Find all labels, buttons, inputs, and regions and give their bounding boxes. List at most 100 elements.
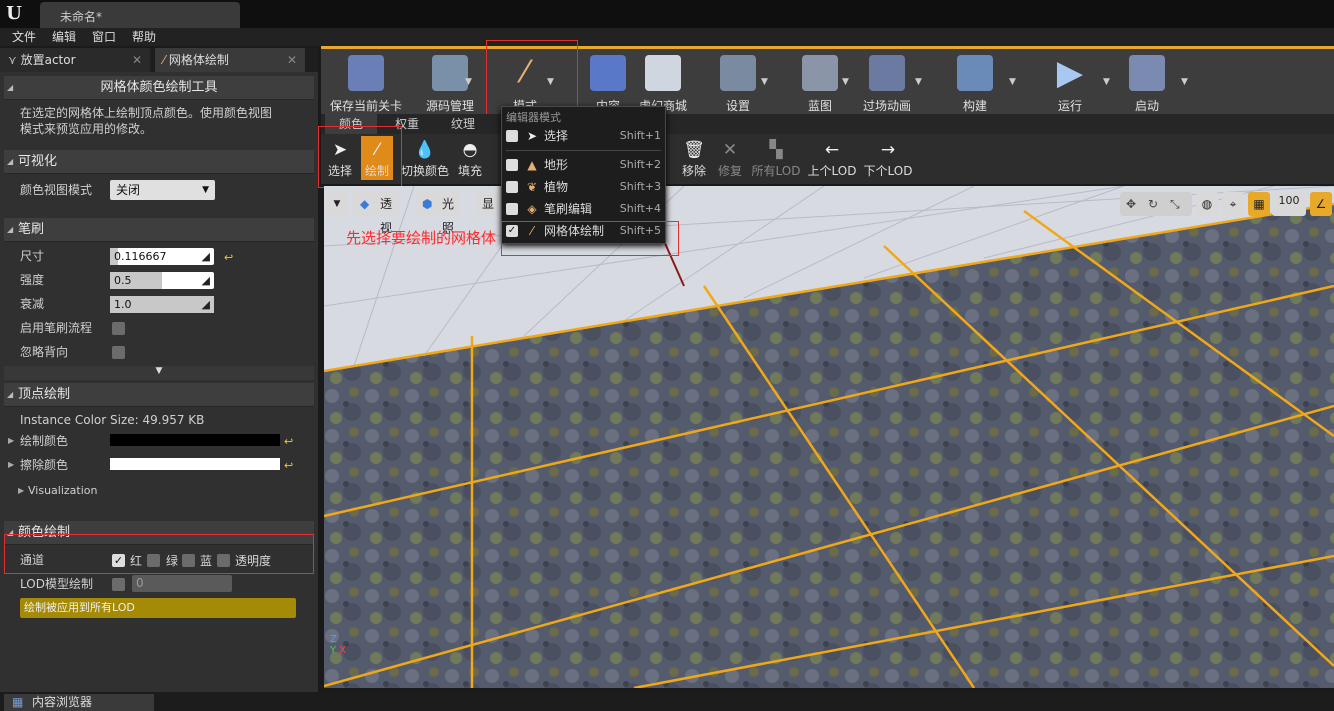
play-icon: ▶ bbox=[1056, 53, 1084, 93]
tab-place-actor-label: 放置actor bbox=[20, 53, 76, 67]
mode-item-label: 植物 bbox=[544, 180, 569, 194]
mode-tabs: 颜色 权重 纹理 bbox=[321, 114, 1334, 134]
color-view-select[interactable]: 关闭 ▼ bbox=[110, 180, 215, 200]
content-browser-tab[interactable]: ▦ 内容浏览器 bbox=[4, 694, 154, 711]
transform-tools[interactable]: ✥ ↻ ⤡ bbox=[1120, 192, 1192, 216]
all-lod-button[interactable]: ▚ 所有LOD bbox=[751, 138, 801, 179]
next-lod-label: 下个LOD bbox=[863, 164, 913, 178]
reset-icon[interactable]: ↩ bbox=[224, 251, 233, 264]
brush-size-input[interactable]: 0.116667 ◢ bbox=[110, 248, 214, 265]
grid-snap-button[interactable]: ▦ bbox=[1248, 192, 1270, 216]
enable-flow-label: 启用笔刷流程 bbox=[20, 321, 93, 335]
enable-flow-checkbox[interactable] bbox=[112, 322, 125, 335]
close-icon[interactable]: ✕ bbox=[287, 48, 297, 72]
content-grid-icon bbox=[590, 55, 626, 91]
perspective-button[interactable]: ◆ 透视 bbox=[354, 192, 399, 235]
cinematics-button[interactable]: 过场动画 bbox=[859, 55, 915, 115]
mode-checkbox bbox=[506, 159, 518, 171]
grid-size-button[interactable]: 100 bbox=[1272, 192, 1306, 216]
resize-icon: ◢ bbox=[201, 274, 210, 287]
annotation-box-channels bbox=[4, 534, 314, 574]
mode-item-shortcut: Shift+1 bbox=[619, 129, 661, 142]
landscape-icon: ▲ bbox=[527, 158, 537, 172]
paint-toolbar: ➤ 选择 ⁄ 绘制 💧 切换颜色 ◓ 填充 🗑 移除 ✕ 修复 ▚ 所有LOD ← 上个LOD … bbox=[321, 134, 1334, 184]
paint-color-swatch[interactable] bbox=[110, 434, 280, 446]
play-button[interactable]: ▶ 运行 bbox=[1041, 55, 1099, 115]
document-tab[interactable]: 未命名* bbox=[40, 2, 240, 28]
mode-item-brush-edit[interactable]: ◈ 笔刷编辑 Shift+4 bbox=[502, 198, 665, 220]
menu-edit[interactable]: 编辑 bbox=[46, 28, 82, 46]
next-lod-button[interactable]: → 下个LOD bbox=[863, 138, 913, 179]
mode-item-label: 选择 bbox=[544, 129, 569, 143]
tab-texture[interactable]: 纹理 bbox=[437, 114, 489, 134]
all-lod-label: 所有LOD bbox=[751, 164, 801, 178]
save-label: 保存当前关卡 bbox=[329, 99, 402, 113]
bottom-bar bbox=[0, 692, 1334, 711]
tab-mesh-paint[interactable]: ⁄ 网格体绘制 ✕ bbox=[155, 48, 305, 72]
reset-icon[interactable]: ↩ bbox=[284, 435, 293, 448]
angle-icon: ∠ bbox=[1315, 197, 1327, 211]
lit-button[interactable]: ⬢ 光照 bbox=[416, 192, 461, 235]
visualization-expander[interactable]: ▶ Visualization bbox=[4, 479, 314, 503]
panel-header: 网格体颜色绘制工具 bbox=[4, 76, 314, 100]
world-local-button[interactable]: ◍ bbox=[1196, 192, 1218, 216]
content-browser-label: 内容浏览器 bbox=[32, 695, 93, 709]
mode-checkbox bbox=[506, 181, 518, 193]
section-visualization[interactable]: 可视化 bbox=[4, 150, 314, 174]
content-browser-icon: ▦ bbox=[12, 695, 24, 709]
surface-snap-button[interactable]: ⌖ bbox=[1222, 192, 1244, 216]
settings-button[interactable]: 设置 bbox=[711, 55, 765, 115]
menu-window[interactable]: 窗口 bbox=[86, 28, 122, 46]
paint-bucket-icon: ◓ bbox=[462, 140, 478, 160]
rotation-snap-button[interactable]: ∠ bbox=[1310, 192, 1332, 216]
lod-index-input[interactable]: 0 bbox=[132, 575, 232, 592]
save-button[interactable]: 保存当前关卡 bbox=[327, 55, 405, 115]
mode-item-foliage[interactable]: ❦ 植物 Shift+3 bbox=[502, 176, 665, 198]
tab-mesh-paint-label: 网格体绘制 bbox=[168, 53, 229, 67]
mode-item-select[interactable]: ➤ 选择 Shift+1 bbox=[502, 125, 665, 147]
marketplace-bag-icon bbox=[645, 55, 681, 91]
annotation-box-paint-tool bbox=[318, 126, 402, 188]
menu-bar: 文件 编辑 窗口 帮助 bbox=[0, 28, 1334, 46]
source-control-button[interactable]: 源码管理 bbox=[411, 55, 489, 115]
strength-input[interactable]: 0.5 ◢ bbox=[110, 272, 214, 289]
foliage-icon: ❦ bbox=[526, 180, 538, 194]
viewport-options-button[interactable]: ▼ bbox=[326, 192, 348, 216]
play-label: 运行 bbox=[1057, 99, 1082, 113]
expand-arrow-icon[interactable]: ▼ bbox=[4, 366, 314, 380]
launch-button[interactable]: 启动 bbox=[1121, 55, 1173, 115]
ignore-backface-checkbox[interactable] bbox=[112, 346, 125, 359]
ignore-backface-label: 忽略背向 bbox=[20, 345, 69, 359]
viewport-scene bbox=[324, 186, 1334, 688]
fill-button[interactable]: ◓ 填充 bbox=[457, 138, 483, 179]
erase-color-swatch[interactable] bbox=[110, 458, 280, 470]
close-icon[interactable]: ✕ bbox=[132, 48, 142, 72]
launch-label: 启动 bbox=[1134, 99, 1159, 113]
fix-button[interactable]: ✕ 修复 bbox=[717, 138, 743, 179]
globe-icon: ◍ bbox=[1201, 197, 1213, 211]
section-brush[interactable]: 笔刷 bbox=[4, 218, 314, 242]
mode-item-landscape[interactable]: ▲ 地形 Shift+2 bbox=[502, 154, 665, 176]
mode-item-label: 笔刷编辑 bbox=[544, 202, 593, 216]
prev-lod-button[interactable]: ← 上个LOD bbox=[807, 138, 857, 179]
mode-item-label: 地形 bbox=[544, 158, 569, 172]
lod-paint-checkbox[interactable] bbox=[112, 578, 125, 591]
build-button[interactable]: 构建 bbox=[947, 55, 1003, 115]
mode-item-shortcut: Shift+4 bbox=[619, 202, 661, 215]
level-viewport[interactable]: ZY X bbox=[324, 186, 1334, 688]
perspective-cube-icon: ◆ bbox=[360, 197, 370, 211]
tab-place-actor[interactable]: ⋎ 放置actor ✕ bbox=[0, 48, 150, 72]
section-vertex-paint[interactable]: 顶点绘制 bbox=[4, 383, 314, 407]
source-control-icon bbox=[432, 55, 468, 91]
reset-icon[interactable]: ↩ bbox=[284, 459, 293, 472]
panel-description-line2: 模式来预览应用的修改。 bbox=[20, 122, 153, 136]
swap-color-button[interactable]: 💧 切换颜色 bbox=[401, 138, 449, 179]
falloff-input[interactable]: 1.0 ◢ bbox=[110, 296, 214, 313]
arrow-right-icon: → bbox=[880, 140, 896, 160]
menu-help[interactable]: 帮助 bbox=[126, 28, 162, 46]
menu-file[interactable]: 文件 bbox=[6, 28, 42, 46]
blueprint-icon bbox=[802, 55, 838, 91]
mode-item-shortcut: Shift+3 bbox=[619, 180, 661, 193]
remove-button[interactable]: 🗑 移除 bbox=[679, 138, 709, 179]
blueprint-button[interactable]: 蓝图 bbox=[793, 55, 847, 115]
